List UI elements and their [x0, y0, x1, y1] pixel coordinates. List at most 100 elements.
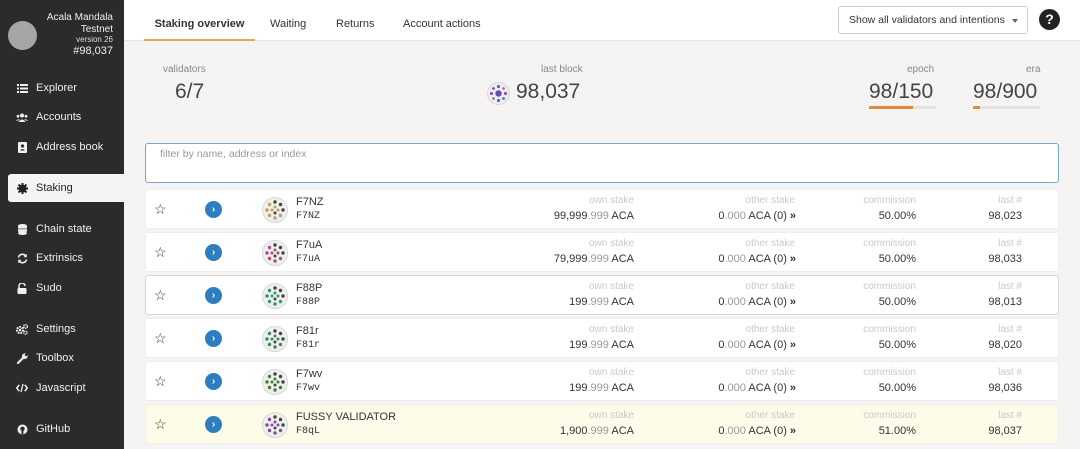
nav-address-book[interactable]: Address book [0, 133, 124, 161]
nav-sudo[interactable]: Sudo [0, 274, 124, 302]
sync-icon [16, 252, 28, 264]
double-chevron-right-icon[interactable]: » [790, 425, 796, 437]
other-stake-decimals: .000 [724, 253, 746, 265]
favorite-star-icon[interactable]: ☆ [154, 202, 167, 216]
nav-label: Settings [36, 323, 76, 335]
sidebar: Acala Mandala Testnet version 26 #98,037… [0, 0, 124, 449]
other-stake-value[interactable]: 0.000 ACA (0)» [718, 425, 796, 437]
last-block-col-label: last # [998, 281, 1022, 292]
nav-label: Javascript [36, 382, 86, 394]
validator-row[interactable]: ☆ › F81r F81r own stake 199.999 ACA other stak… [145, 318, 1059, 358]
validator-identicon[interactable] [262, 412, 288, 438]
own-stake-int: 199 [569, 296, 588, 308]
validator-row[interactable]: ☆ › F7uA F7uA own stake 79,999.999 ACA other s… [145, 232, 1059, 272]
own-stake-unit: ACA [608, 210, 634, 222]
validator-name: FUSSY VALIDATOR [296, 411, 397, 423]
nav-extrinsics[interactable]: Extrinsics [0, 244, 124, 272]
validator-name: F7uA [296, 239, 323, 251]
last-block-col-value: 98,023 [988, 210, 1022, 222]
favorite-star-icon[interactable]: ☆ [154, 288, 167, 302]
tab-waiting[interactable]: Waiting [270, 0, 306, 41]
validator-name: F88P [296, 282, 323, 294]
nav-explorer[interactable]: Explorer [0, 74, 124, 102]
validator-identicon[interactable] [262, 240, 288, 266]
validator-identicon[interactable] [262, 197, 288, 223]
tab-staking-overview[interactable]: Staking overview [144, 0, 255, 41]
nav-label: Toolbox [36, 352, 74, 364]
double-chevron-right-icon[interactable]: » [790, 210, 796, 222]
favorite-star-icon[interactable]: ☆ [154, 245, 167, 259]
nav-label: Staking [36, 182, 73, 194]
commission-label: commission [863, 238, 916, 249]
validator-search-input[interactable]: filter by name, address or index [145, 143, 1059, 183]
commission-label: commission [863, 324, 916, 335]
favorite-star-icon[interactable]: ☆ [154, 331, 167, 345]
expand-chevron-icon[interactable]: › [205, 201, 222, 218]
expand-chevron-icon[interactable]: › [205, 287, 222, 304]
other-stake-unit: ACA (0) [745, 210, 787, 222]
code-icon [16, 382, 28, 394]
unlock-icon [16, 282, 28, 294]
nav-toolbox[interactable]: Toolbox [0, 344, 124, 372]
expand-chevron-icon[interactable]: › [205, 373, 222, 390]
own-stake-decimals: .999 [587, 296, 609, 308]
validator-row[interactable]: ☆ › F88P F88P own stake 199.999 ACA other stak… [145, 275, 1059, 315]
other-stake-value[interactable]: 0.000 ACA (0)» [718, 382, 796, 394]
validator-row[interactable]: ☆ › F7wv F7wv own stake 199.999 ACA other stak… [145, 361, 1059, 401]
validator-filter-select[interactable]: Show all validators and intentions [838, 6, 1028, 34]
nav-accounts[interactable]: Accounts [0, 103, 124, 131]
epoch-progress-bar [869, 106, 936, 109]
other-stake-value[interactable]: 0.000 ACA (0)» [718, 296, 796, 308]
commission-value: 50.00% [878, 339, 916, 351]
own-stake-value: 1,900.999 ACA [560, 425, 634, 437]
own-stake-label: own stake [588, 410, 634, 421]
nav-github[interactable]: GitHub [0, 415, 124, 443]
last-block-col-value: 98,037 [988, 425, 1022, 437]
double-chevron-right-icon[interactable]: » [790, 382, 796, 394]
commission-label: commission [863, 410, 916, 421]
expand-chevron-icon[interactable]: › [205, 330, 222, 347]
double-chevron-right-icon[interactable]: » [790, 339, 796, 351]
other-stake-value[interactable]: 0.000 ACA (0)» [718, 339, 796, 351]
other-stake-value[interactable]: 0.000 ACA (0)» [718, 210, 796, 222]
validator-identicon[interactable] [262, 283, 288, 309]
validator-address: F7NZ [296, 211, 321, 222]
own-stake-unit: ACA [608, 253, 634, 265]
last-block-identicon [487, 82, 510, 105]
wrench-icon [16, 352, 28, 364]
commission-label: commission [863, 367, 916, 378]
double-chevron-right-icon[interactable]: » [790, 253, 796, 265]
nav-chain-state[interactable]: Chain state [0, 215, 124, 243]
own-stake-value: 199.999 ACA [569, 296, 634, 308]
list-icon [16, 82, 28, 94]
other-stake-unit: ACA (0) [745, 382, 787, 394]
nav-javascript[interactable]: Javascript [0, 374, 124, 402]
validator-row[interactable]: ☆ › FUSSY VALIDATOR F8qL own stake 1,900.999 … [145, 404, 1059, 444]
expand-chevron-icon[interactable]: › [205, 244, 222, 261]
database-icon [16, 223, 28, 235]
nav-label: Chain state [36, 223, 92, 235]
staking-tabs: Staking overview Waiting Returns Account… [124, 0, 1080, 41]
expand-chevron-icon[interactable]: › [205, 416, 222, 433]
help-icon[interactable]: ? [1039, 9, 1060, 30]
double-chevron-right-icon[interactable]: » [790, 296, 796, 308]
other-stake-label: other stake [745, 367, 795, 378]
other-stake-decimals: .000 [724, 210, 746, 222]
tab-account-actions[interactable]: Account actions [403, 0, 481, 41]
validator-identicon[interactable] [262, 369, 288, 395]
last-block-value: 98,037 [516, 80, 581, 103]
validator-identicon[interactable] [262, 326, 288, 352]
nav-staking[interactable]: Staking [8, 174, 124, 202]
last-block-label: last block [541, 64, 583, 75]
nav-settings[interactable]: Settings [0, 315, 124, 343]
era-progress-fill [973, 106, 981, 109]
own-stake-unit: ACA [608, 339, 634, 351]
own-stake-int: 1,900 [559, 425, 588, 437]
last-block-col-label: last # [998, 238, 1022, 249]
validator-row[interactable]: ☆ › F7NZ F7NZ own stake 99,999.999 ACA other s… [145, 189, 1059, 229]
favorite-star-icon[interactable]: ☆ [154, 374, 167, 388]
other-stake-value[interactable]: 0.000 ACA (0)» [718, 253, 796, 265]
tab-returns[interactable]: Returns [336, 0, 375, 41]
chain-info[interactable]: Acala Mandala Testnet version 26 #98,037 [0, 0, 124, 66]
favorite-star-icon[interactable]: ☆ [154, 417, 167, 431]
